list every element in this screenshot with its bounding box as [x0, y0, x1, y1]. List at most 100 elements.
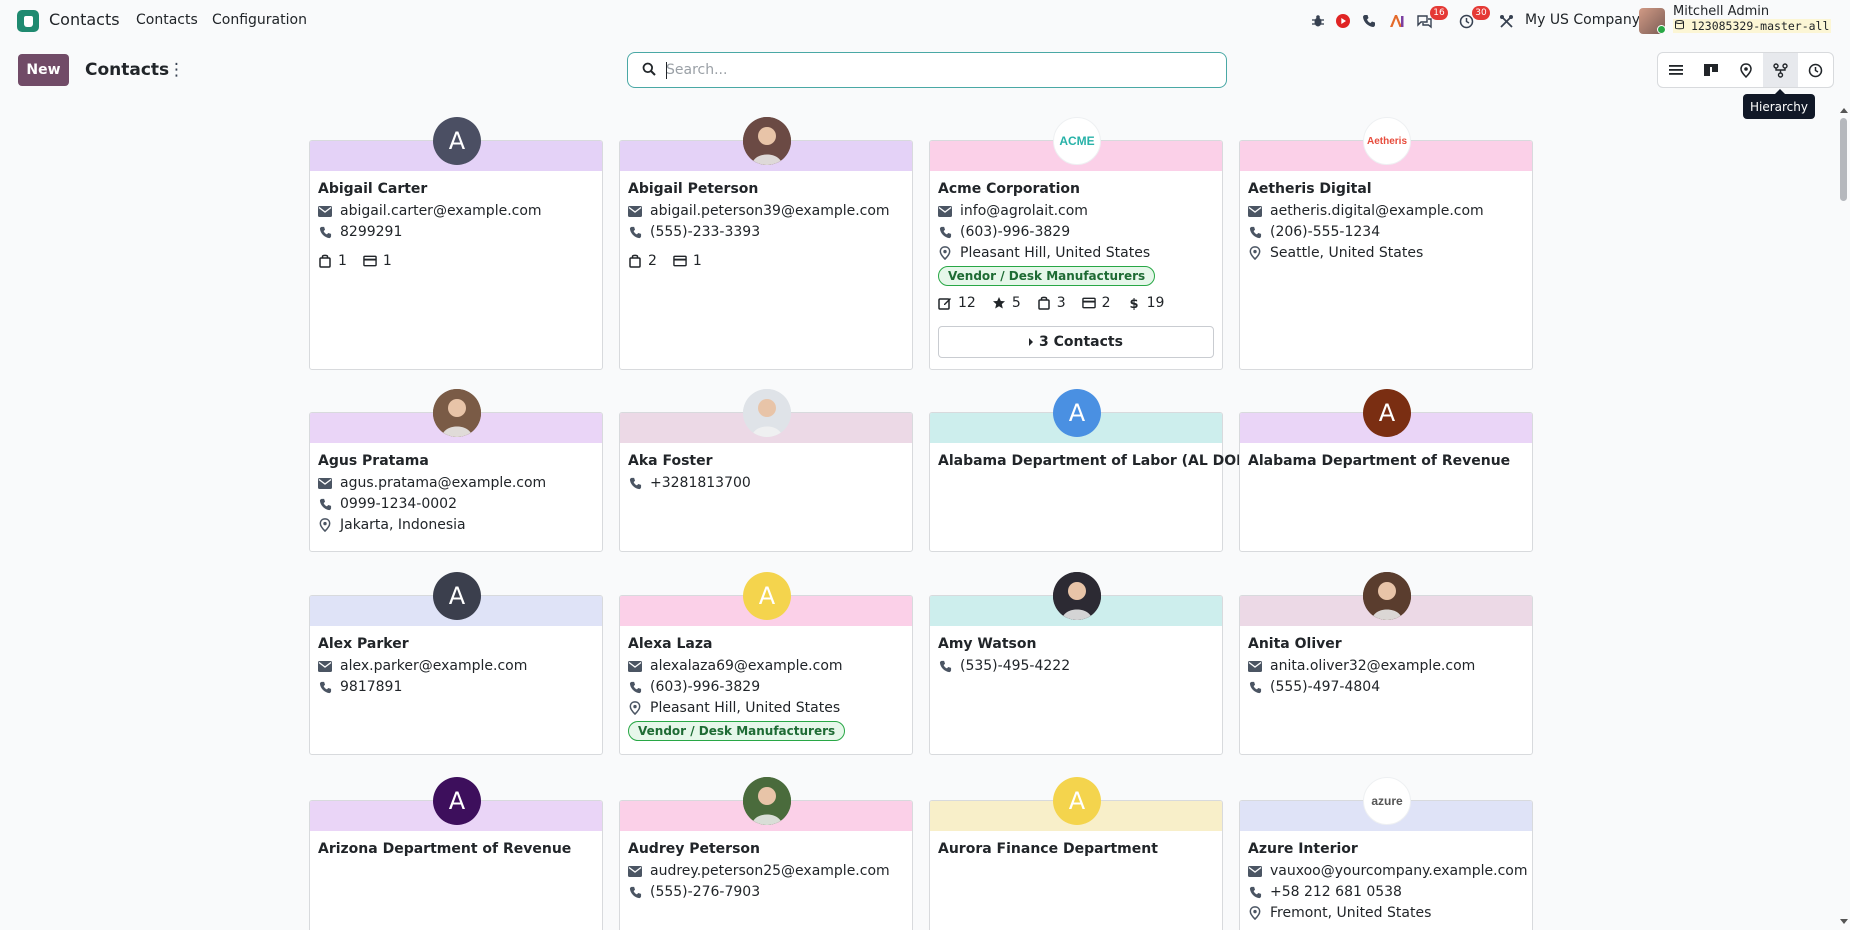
search-input[interactable]	[666, 59, 1206, 81]
contact-card-aka-foster[interactable]: Aka Foster +3281813700	[619, 389, 913, 552]
search-bar[interactable]	[627, 52, 1227, 88]
contact-name: Aka Foster	[628, 453, 713, 469]
contact-card-anita-oliver[interactable]: Anita Oliver anita.oliver32@example.com (5…	[1239, 572, 1533, 755]
stat-sales-bag[interactable]: 1	[318, 253, 347, 269]
bug-icon[interactable]	[1308, 11, 1328, 31]
list-view-button[interactable]	[1658, 53, 1693, 87]
actions-menu-icon[interactable]: ⋮	[168, 60, 185, 80]
stat-value: 1	[382, 253, 392, 269]
activity-view-button[interactable]	[1798, 53, 1833, 87]
user-status-dot	[1657, 25, 1666, 34]
map-view-button[interactable]	[1728, 53, 1763, 87]
stat-edit[interactable]: 12	[938, 295, 976, 311]
phone-icon[interactable]	[1359, 11, 1379, 31]
contact-card-abigail-peterson[interactable]: Abigail Peterson abigail.peterson39@examp…	[619, 117, 913, 370]
stat-value: 5	[1011, 295, 1021, 311]
envelope-icon	[628, 204, 642, 218]
contact-card-agus-pratama[interactable]: Agus Pratama agus.pratama@example.com 0999…	[309, 389, 603, 552]
scroll-thumb[interactable]	[1840, 118, 1847, 201]
contact-card-alex-parker[interactable]: A Alex Parker alex.parker@example.com 98178…	[309, 572, 603, 755]
contact-avatar	[1363, 572, 1411, 620]
scroll-down-arrow-icon[interactable]	[1840, 919, 1848, 924]
contact-card-arizona-department-of-revenue[interactable]: A Arizona Department of Revenue	[309, 777, 603, 930]
contact-card-alexa-laza[interactable]: A Alexa Laza alexalaza69@example.com (603)-…	[619, 572, 913, 755]
vertical-scrollbar[interactable]	[1837, 104, 1850, 930]
envelope-icon	[628, 659, 642, 673]
contact-phone-text: (555)-233-3393	[650, 224, 761, 240]
card-icon	[673, 254, 687, 268]
map-pin-icon	[938, 246, 952, 260]
contact-location-text: Jakarta, Indonesia	[340, 517, 466, 533]
phone-icon	[1248, 680, 1262, 694]
contact-avatar: A	[1053, 777, 1101, 825]
phone-icon	[1248, 885, 1262, 899]
contact-card-acme-corporation[interactable]: ACME Acme Corporation info@agrolait.com (60…	[929, 117, 1223, 370]
app-name[interactable]: Contacts	[49, 10, 120, 29]
stat-value: 12	[958, 295, 976, 311]
contact-card-aurora-finance-department[interactable]: A Aurora Finance Department	[929, 777, 1223, 930]
user-name[interactable]: Mitchell Admin	[1673, 4, 1769, 19]
contact-email: audrey.peterson25@example.com	[628, 862, 890, 880]
contact-card-abigail-carter[interactable]: A Abigail Carter abigail.carter@example.co…	[309, 117, 603, 370]
stat-star[interactable]: 5	[992, 295, 1021, 311]
contact-phone-text: 9817891	[340, 679, 403, 695]
stat-sales-bag[interactable]: 3	[1037, 295, 1066, 311]
company-logo: azure	[1363, 777, 1411, 825]
contact-card-aetheris-digital[interactable]: Aetheris Aetheris Digital aetheris.digital…	[1239, 117, 1533, 370]
child-contacts-button[interactable]: 3 Contacts	[938, 326, 1214, 358]
contact-email-text: audrey.peterson25@example.com	[650, 863, 890, 879]
caret-right-icon	[1029, 338, 1034, 346]
contact-card-amy-watson[interactable]: Amy Watson (535)-495-4222	[929, 572, 1223, 755]
scroll-up-arrow-icon[interactable]	[1840, 108, 1848, 113]
hierarchy-view-icon	[1773, 62, 1788, 78]
contact-card-audrey-peterson[interactable]: Audrey Peterson audrey.peterson25@example…	[619, 777, 913, 930]
contact-phone: (535)-495-4222	[938, 657, 1070, 675]
stat-card[interactable]: 1	[673, 253, 702, 269]
stat-sales-bag[interactable]: 2	[628, 253, 657, 269]
contact-email-text: alex.parker@example.com	[340, 658, 528, 674]
contact-email: aetheris.digital@example.com	[1248, 202, 1484, 220]
contact-phone-text: +58 212 681 0538	[1270, 884, 1402, 900]
contacts-app-icon[interactable]	[17, 10, 39, 32]
contact-email-text: vauxoo@yourcompany.example.com	[1270, 863, 1528, 879]
stat-card[interactable]: 2	[1081, 295, 1111, 311]
contact-phone-text: (603)-996-3829	[960, 224, 1071, 240]
contact-avatar: A	[1053, 389, 1101, 437]
category-tag[interactable]: Vendor / Desk Manufacturers	[938, 266, 1156, 286]
menu-contacts[interactable]: Contacts	[136, 12, 198, 28]
category-tag[interactable]: Vendor / Desk Manufacturers	[628, 721, 846, 741]
envelope-icon	[318, 659, 332, 673]
contact-avatar	[433, 389, 481, 437]
contact-phone-text: (555)-276-7903	[650, 884, 761, 900]
stat-card[interactable]: 1	[363, 253, 392, 269]
contact-phone: (555)-276-7903	[628, 883, 760, 901]
phone-icon	[318, 680, 332, 694]
contact-card-alabama-department-of-labor-al-dol[interactable]: A Alabama Department of Labor (AL DOL)	[929, 389, 1252, 552]
contact-avatar: A	[743, 572, 791, 620]
contact-card-azure-interior[interactable]: azure Azure Interior vauxoo@yourcompany.ex…	[1239, 777, 1533, 930]
envelope-icon	[1248, 204, 1262, 218]
contact-name: Agus Pratama	[318, 453, 429, 469]
contact-name: Aetheris Digital	[1248, 181, 1372, 197]
menu-configuration[interactable]: Configuration	[212, 12, 307, 28]
contact-name: Alexa Laza	[628, 636, 713, 652]
contact-card-alabama-department-of-revenue[interactable]: A Alabama Department of Revenue	[1239, 389, 1533, 552]
kanban-view-button[interactable]	[1693, 53, 1728, 87]
dollar-icon: $	[1127, 296, 1141, 310]
contact-name: Abigail Carter	[318, 181, 428, 197]
ai-icon[interactable]	[1387, 11, 1407, 31]
sales-bag-icon	[318, 254, 332, 268]
kanban-view-icon	[1703, 64, 1718, 76]
contact-email-text: info@agrolait.com	[960, 203, 1088, 219]
settings-tools-icon[interactable]	[1496, 11, 1516, 31]
smart-stats: 21	[628, 252, 718, 270]
card-icon	[363, 254, 377, 268]
hierarchy-view-button[interactable]	[1763, 53, 1798, 87]
record-icon[interactable]	[1333, 11, 1353, 31]
new-button[interactable]: New	[18, 54, 69, 86]
contact-phone: (555)-497-4804	[1248, 678, 1380, 696]
svg-text:$: $	[1129, 297, 1138, 310]
stat-dollar[interactable]: $19	[1127, 295, 1164, 311]
company-switcher[interactable]: My US Company	[1525, 12, 1640, 28]
stat-value: 1	[692, 253, 702, 269]
